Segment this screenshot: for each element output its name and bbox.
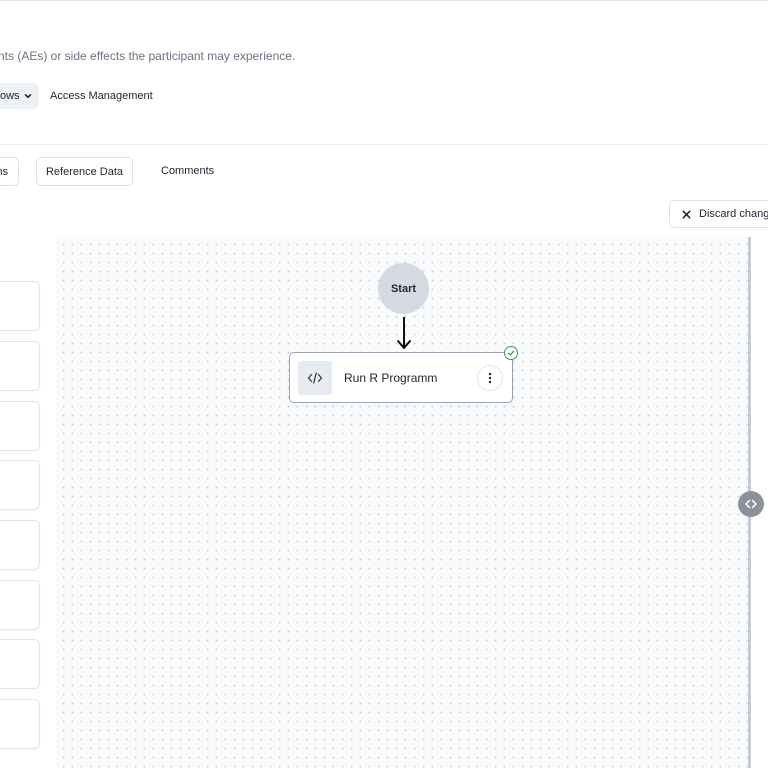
canvas-resize-handle[interactable] — [738, 491, 764, 517]
palette-card[interactable] — [0, 460, 40, 510]
palette-card[interactable] — [0, 401, 40, 451]
nav-access-management[interactable]: Access Management — [50, 90, 153, 102]
palette-card[interactable] — [0, 699, 40, 749]
palette-card[interactable] — [0, 520, 40, 570]
code-icon — [307, 371, 323, 384]
nav-workflows-label: ows — [0, 90, 20, 102]
step-node-run-r-programm[interactable]: Run R Programm — [289, 352, 513, 403]
start-node[interactable]: Start — [378, 263, 429, 314]
tab-reference-data-label: Reference Data — [45, 165, 124, 178]
close-icon — [682, 210, 691, 218]
section-divider — [0, 144, 768, 145]
page-description: nts (AEs) or side effects the participan… — [0, 49, 296, 63]
step-status-badge — [504, 346, 518, 360]
chevron-down-icon — [24, 94, 31, 99]
tab-reference-data[interactable]: Reference Data — [36, 157, 133, 186]
sub-navigation: ows Access Management — [0, 83, 153, 109]
step-icon-box — [298, 360, 332, 395]
discard-changes-label: Discard change — [699, 208, 768, 220]
more-vertical-icon — [488, 372, 492, 383]
palette-card[interactable] — [0, 341, 40, 391]
step-label: Run R Programm — [344, 370, 438, 385]
nav-workflows-dropdown[interactable]: ows — [0, 83, 39, 109]
tab-comments[interactable]: Comments — [161, 165, 214, 177]
tab-first[interactable]: ns — [0, 157, 19, 186]
discard-changes-button[interactable]: Discard change — [669, 200, 768, 228]
connector-arrow — [397, 317, 411, 349]
palette-card[interactable] — [0, 281, 40, 331]
start-node-label: Start — [390, 282, 417, 295]
tab-first-label: ns — [0, 165, 8, 178]
palette-card[interactable] — [0, 639, 40, 689]
top-divider — [0, 0, 768, 1]
check-icon — [507, 350, 515, 356]
step-more-menu-button[interactable] — [477, 364, 503, 391]
palette-card[interactable] — [0, 580, 40, 630]
code-chevrons-icon — [745, 499, 757, 509]
